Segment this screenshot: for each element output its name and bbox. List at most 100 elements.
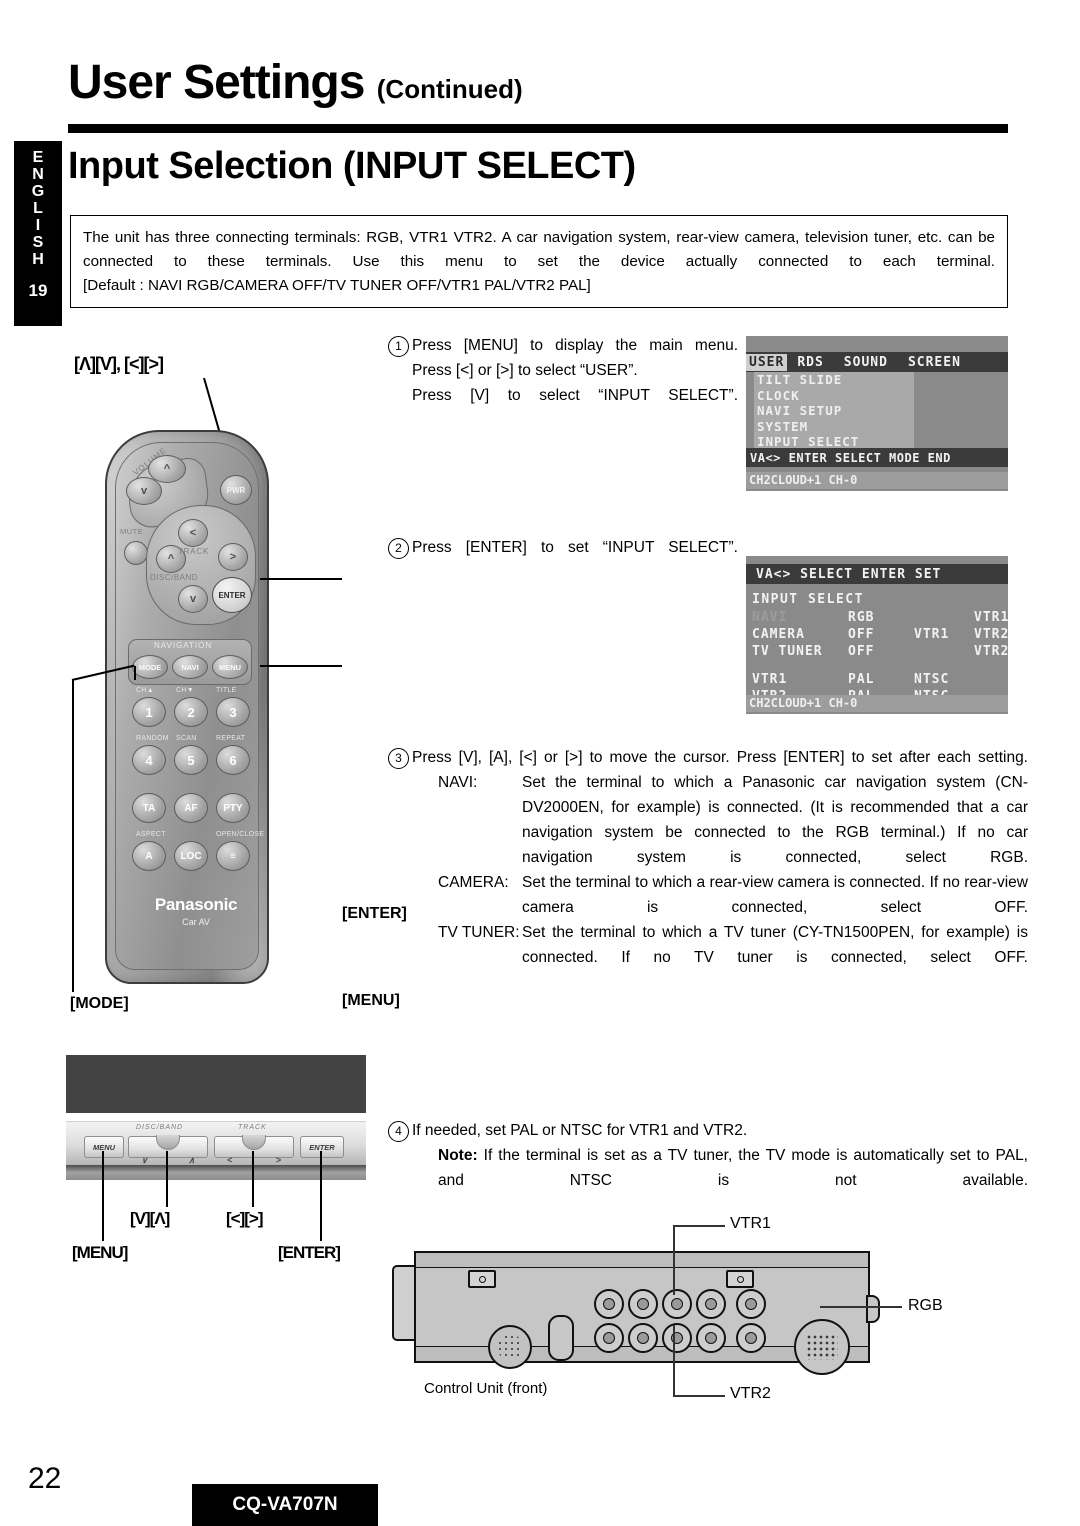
intro-box: The unit has three connecting terminals:… — [70, 215, 1008, 308]
definition-tv-tuner: TV TUNER: Set the terminal to which a TV… — [412, 920, 1028, 970]
leader-line-rgb — [820, 1306, 902, 1308]
chevron-down-icon: v — [189, 593, 197, 605]
osd1-bottom-bar-text: VA<> ENTER SELECT MODE END — [750, 450, 951, 465]
keypad-row: ASPECT OPEN/CLOSE A LOC ≡ — [128, 831, 264, 879]
remote-inner-face: VOLUME ^ v PWR MUTE < > ^ v TRACK DISC/B… — [115, 442, 264, 970]
din-connector — [488, 1325, 532, 1369]
mount-tab-left — [468, 1270, 496, 1288]
rca-jack — [594, 1323, 624, 1353]
chevron-down-icon: v — [140, 485, 148, 497]
definition-term: NAVI: — [438, 774, 478, 791]
disc-band-label: DISC/BAND — [150, 573, 199, 582]
cu-menu-button[interactable]: MENU — [84, 1136, 124, 1158]
language-tab-page-ref: 19 — [28, 281, 48, 300]
osd1-menu-list: TILT SLIDE CLOCK NAVI SETUP SYSTEM INPUT… — [754, 372, 914, 449]
key-tag: CH▲ — [136, 687, 154, 694]
osd2-row-value-3: VTR2 — [974, 627, 1008, 642]
osd2-video-row: VTR1 PAL NTSC — [752, 672, 1002, 689]
keypad-button-aspect[interactable]: A — [132, 841, 166, 871]
keypad-button-loc[interactable]: LOC — [174, 841, 208, 871]
language-letter: G — [31, 183, 45, 200]
osd2-row-value-2: VTR1 — [914, 627, 950, 642]
brand-logo: Panasonic — [154, 895, 238, 914]
callout-line-mode-b — [72, 680, 74, 992]
rear-panel-illustration: VTR1 VTR2 RGB Control Unit (front) — [392, 1215, 1012, 1415]
control-unit-illustration: DISC/BAND TRACK MENU ∨ ∧ < > ENTER [V][Λ… — [66, 1055, 366, 1270]
mute-label: MUTE — [120, 527, 144, 536]
rear-label-vtr1: VTR1 — [730, 1215, 771, 1232]
cu-callout-line-enter — [320, 1151, 322, 1241]
osd2-row: CAMERA OFF VTR1 VTR2 — [752, 627, 1008, 644]
osd2-row: NAVI RGB VTR1 — [752, 610, 1008, 627]
keypad-button-ta[interactable]: TA — [132, 793, 166, 823]
step-3-line-1: Press [V], [A], [<] or [>] to move the c… — [412, 749, 1028, 766]
key-tag: SCAN — [176, 735, 197, 742]
volume-down-button[interactable]: v — [126, 477, 162, 505]
osd1-tab-sound: SOUND — [843, 354, 888, 370]
rca-jack-vtr2 — [662, 1323, 692, 1353]
osd2-video-name: VTR1 — [752, 672, 788, 687]
rca-jack — [736, 1289, 766, 1319]
step-1-line-1: Press [MENU] to display the main menu. — [412, 337, 738, 354]
rgb-connector — [794, 1319, 850, 1375]
key-tag: RANDOM — [136, 735, 169, 742]
cu-callout-updown: [V][Λ] — [130, 1209, 170, 1228]
right-button[interactable]: > — [218, 543, 248, 571]
rca-jack — [696, 1323, 726, 1353]
keypad-button[interactable]: 4 — [132, 745, 166, 775]
keypad-button-af[interactable]: AF — [174, 793, 208, 823]
osd2-video-value-2: NTSC — [914, 672, 950, 687]
navigation-label: NAVIGATION — [154, 641, 213, 650]
keypad-button[interactable]: 5 — [174, 745, 208, 775]
cu-callout-line-menu — [102, 1151, 104, 1241]
rear-label-rgb: RGB — [908, 1297, 943, 1314]
osd2-row-name: CAMERA — [752, 627, 805, 642]
callout-line-enter — [260, 578, 342, 580]
mode-button[interactable]: MODE — [132, 655, 168, 679]
cu-callout-line-updown — [166, 1151, 168, 1207]
enter-button[interactable]: ENTER — [212, 577, 252, 613]
osd2-top-bar-text: VA<> SELECT ENTER SET — [756, 566, 942, 582]
menu-button[interactable]: MENU — [212, 655, 248, 679]
keypad-button[interactable]: 6 — [216, 745, 250, 775]
track-tag: TRACK — [238, 1124, 267, 1131]
page-title-main: User Settings — [68, 56, 365, 109]
step-1-number: 1 — [388, 336, 409, 357]
keypad-button[interactable]: 3 — [216, 697, 250, 727]
keypad-button[interactable]: 1 — [132, 697, 166, 727]
keypad-button[interactable]: 2 — [174, 697, 208, 727]
chevron-up-icon: ^ — [163, 463, 171, 475]
language-letter: I — [35, 217, 41, 234]
power-button[interactable]: PWR — [220, 475, 252, 505]
keypad-button-open-close[interactable]: ≡ — [216, 841, 250, 871]
rear-caption: Control Unit (front) — [424, 1380, 548, 1397]
navi-button[interactable]: NAVI — [172, 655, 208, 679]
down-button[interactable]: v — [178, 585, 208, 613]
keypad-button-pty[interactable]: PTY — [216, 793, 250, 823]
cu-callout-leftright: [<][>] — [226, 1209, 263, 1228]
step-3: 3 Press [V], [A], [<] or [>] to move the… — [388, 745, 1028, 970]
cu-enter-button[interactable]: ENTER — [300, 1136, 344, 1158]
callout-line-menu — [260, 665, 342, 667]
title-divider — [68, 124, 1008, 133]
osd1-tab-screen: SCREEN — [907, 354, 961, 370]
key-tag: OPEN/CLOSE — [216, 831, 265, 838]
step-4-note: Note: If the terminal is set as a TV tun… — [438, 1143, 1028, 1193]
mute-button[interactable] — [124, 541, 148, 565]
language-letter: E — [32, 149, 44, 166]
rca-jack-vtr1 — [662, 1289, 692, 1319]
definition-desc: Set the terminal to which a Panasonic ca… — [522, 774, 1028, 866]
osd1-menu-item: NAVI SETUP — [757, 403, 843, 418]
osd1-status-text: CH2CLOUD+1 CH-0 — [749, 473, 858, 487]
step-1: 1 Press [MENU] to display the main menu.… — [388, 333, 738, 408]
language-tab: E N G L I S H 19 — [14, 141, 62, 326]
language-letter: S — [32, 234, 44, 251]
language-letter: H — [32, 251, 44, 268]
mount-tab-right — [726, 1270, 754, 1288]
left-button[interactable]: < — [178, 519, 208, 547]
osd2-terminal-grid: NAVI RGB VTR1 CAMERA OFF VTR1 VTR2 TV TU… — [752, 610, 1008, 661]
section-title: Input Selection (INPUT SELECT) — [68, 145, 636, 187]
leader-line-vtr2-v — [673, 1325, 675, 1397]
step-2: 2 Press [ENTER] to set “INPUT SELECT”. — [388, 535, 738, 560]
page-title: User Settings (Continued) — [68, 55, 523, 110]
